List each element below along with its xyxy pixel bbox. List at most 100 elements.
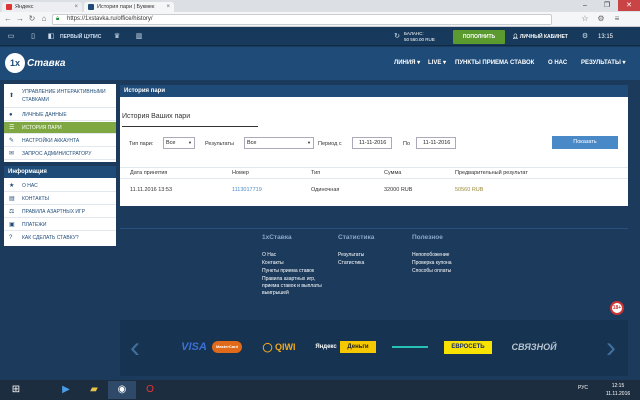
visa-logo: VISA [181,341,207,353]
lock-icon: 🔒︎ [56,16,60,22]
footer-link[interactable]: Пункты приема ставок [262,268,314,274]
column-header-type: Тип [311,170,321,176]
footer-link[interactable]: Непопобожение [412,252,449,258]
qiwi-logo: ◯ QIWI [262,342,296,352]
tab-label: История пари | Букмек [97,4,155,10]
opera-icon[interactable]: O [136,381,164,399]
star-icon: ★ [9,183,15,189]
star-bookmark-icon[interactable]: ☆ [580,14,590,24]
sidebar-item-label: УПРАВЛЕНИЕ ИНТЕРАКТИВНЫМИ СТАВКАМИ [22,88,106,103]
footer-link[interactable]: Результаты [338,252,364,258]
mobile-icon[interactable]: ▯ [26,31,40,43]
sidebar-item-about[interactable]: ★ О НАС [4,180,116,192]
sidebar-item-account-settings[interactable]: ✎ НАСТРОЙКИ АККАУНТА [4,135,116,147]
payments-icon: ▣ [9,222,15,228]
info-section-title: Информация [4,166,116,178]
logo-name: Ставка [27,57,66,69]
panel-title: История пари [120,85,628,97]
chrome-icon[interactable]: ◉ [108,381,136,399]
sidebar-item-admin-request[interactable]: ✉ ЗАПРОС АДМИНИСТРАТОРУ [4,148,116,160]
tab-yandex[interactable]: Яндекс × [2,2,82,12]
mail-icon: ✉ [9,151,15,157]
minimize-button[interactable]: – [574,0,596,11]
menu-icon[interactable]: ≡ [612,14,622,24]
refresh-balance-icon[interactable]: ↻ [390,31,404,43]
close-tab-icon[interactable]: × [74,4,78,10]
sidebar-item-payments[interactable]: ▣ ПЛАТЕЖИ [4,219,116,231]
sidebar-item-rules[interactable]: ⚖ ПРАВИЛА АЗАРТНЫХ ИГР [4,206,116,218]
carousel-next-icon[interactable]: › [602,330,620,366]
sidebar-item-contacts[interactable]: ▤ КОНТАКТЫ [4,193,116,205]
language-indicator[interactable]: РУС [578,385,588,391]
column-header-amount: Сумма [384,170,402,176]
yandex-favicon-icon [6,4,12,10]
footer-link[interactable]: Способы оплаты [412,268,451,274]
footer-link[interactable]: О Нас [262,252,276,258]
results-label: Результаты [205,141,234,147]
stats-icon[interactable]: ▥ [132,31,146,43]
column-header-result: Предварительный результат [455,170,528,176]
results-select[interactable]: Все ▼ [244,137,314,149]
home-icon[interactable]: ⌂ [39,14,49,24]
logo-mark: 1x [5,53,25,73]
reload-icon[interactable]: ↻ [27,14,37,24]
user-icon: ● [9,111,13,118]
url-input[interactable]: 🔒︎ https://1xstavka.ru/office/history/ [52,14,552,25]
date-from-input[interactable]: 11-11-2016 [352,137,392,149]
sidebar-item-interactive-bets[interactable]: ⬆ УПРАВЛЕНИЕ ИНТЕРАКТИВНЫМИ СТАВКАМИ [4,84,116,108]
column-header-date: Дата принятия [130,170,168,176]
terminal-icon[interactable]: ▶ [52,381,80,399]
close-window-button[interactable]: ✕ [618,0,640,11]
close-tab-icon[interactable]: × [166,4,170,10]
date-to-input[interactable]: 11-11-2016 [416,137,456,149]
personal-cabinet-button[interactable]: 👤︎ ЛИЧНЫЙ КАБИНЕТ [508,30,572,44]
sidebar-item-how-to-bet[interactable]: ? КАК СДЕЛАТЬ СТАВКУ? [4,232,116,244]
first-cupis-link[interactable]: ПЕРВЫЙ ЦУПИС [60,31,101,43]
cell-bet-number-link[interactable]: 1113017719 [232,187,262,194]
settings-gear-icon[interactable]: ⚙ [578,31,592,43]
extension-icon[interactable]: ⚙ [596,14,606,24]
site-favicon-icon [88,4,94,10]
forward-icon[interactable]: → [15,14,25,24]
sidebar-item-label: ИСТОРИЯ ПАРИ [22,124,62,131]
deposit-button[interactable]: ПОПОЛНИТЬ [453,30,505,44]
clock-time: 12:15 [611,383,625,389]
cupis-icon[interactable]: ◧ [44,31,58,43]
sidebar-item-label: ПЛАТЕЖИ [22,221,47,228]
decorative-line [392,346,428,348]
sidebar-item-label: ПРАВИЛА АЗАРТНЫХ ИГР [22,208,86,215]
nav-results[interactable]: РЕЗУЛЬТАТЫ ▾ [581,57,626,69]
carousel-prev-icon[interactable]: ‹ [126,330,144,366]
sidebar-item-label: КОНТАКТЫ [22,195,49,202]
sidebar-item-bet-history[interactable]: ☰ ИСТОРИЯ ПАРИ [4,122,116,134]
sidebar-item-label: ЛИЧНЫЕ ДАННЫЕ [22,111,67,118]
chevron-down-icon: ▼ [307,140,311,145]
sidebar-item-personal-data[interactable]: ● ЛИЧНЫЕ ДАННЫЕ [4,109,116,121]
footer-link[interactable]: Проверка купона [412,260,452,266]
show-button[interactable]: Показать [552,136,618,149]
euroset-logo: ЕВРОСЕТЬ [444,341,492,354]
chevron-down-icon: ▼ [188,140,192,145]
folder-icon[interactable]: ▰ [80,381,108,399]
site-header [0,47,640,80]
sidebar-item-label: НАСТРОЙКИ АККАУНТА [22,137,80,144]
site-logo[interactable]: 1x Ставка [5,53,65,73]
desktop-icon[interactable]: ▭ [4,31,18,43]
footer-link[interactable]: Правила азартных игр, приема ставок и вы… [262,276,334,297]
taskbar-clock[interactable]: 12:15 11.11.2016 [598,381,638,399]
footer-link[interactable]: Контакты [262,260,284,266]
nav-live[interactable]: LIVE ▾ [428,57,446,69]
nav-line[interactable]: ЛИНИЯ ▾ [394,57,420,69]
footer-link[interactable]: Статистика [338,260,364,266]
back-icon[interactable]: ← [3,14,13,24]
age-restriction-badge: 18+ [610,301,624,315]
tab-label: Яндекс [15,4,34,10]
tab-bet-history[interactable]: История пари | Букмек × [84,2,174,12]
trophy-icon[interactable]: ♛ [110,31,124,43]
nav-about[interactable]: О НАС [548,57,567,69]
nav-betting-points[interactable]: ПУНКТЫ ПРИЕМА СТАВОК [455,57,534,69]
bet-type-select[interactable]: Все ▼ [163,137,195,149]
windows-start-icon[interactable]: ⊞ [2,381,30,399]
maximize-button[interactable]: ❐ [596,0,618,11]
cell-type: Одиночная [311,187,340,193]
